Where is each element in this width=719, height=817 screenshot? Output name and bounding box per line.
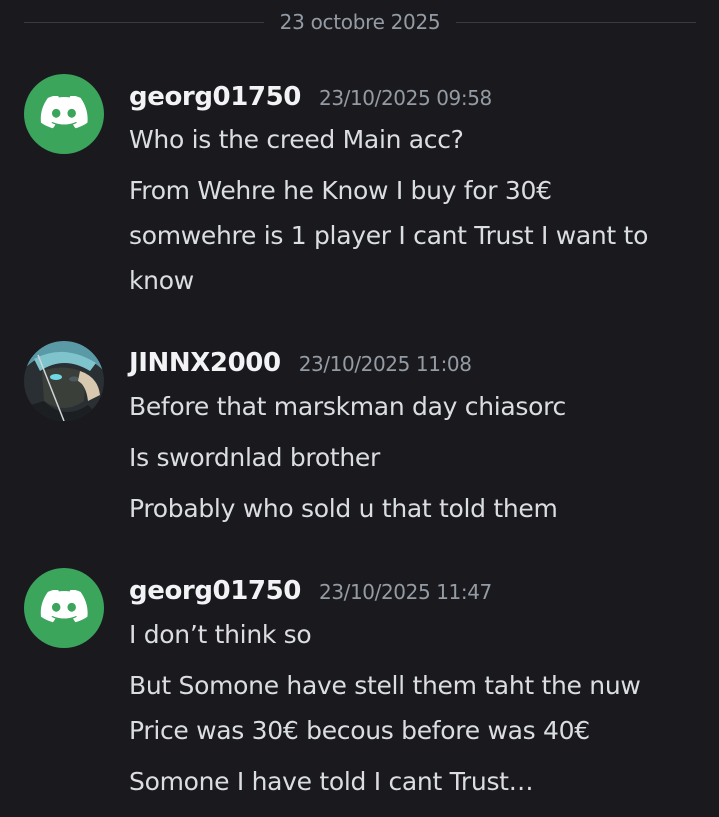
message-text: From Wehre he Know I buy for 30€ xyxy=(129,176,552,205)
divider-line-left xyxy=(24,21,264,23)
message-text: Before that marskman day chiasorc xyxy=(129,392,566,421)
username[interactable]: georg01750 xyxy=(129,82,301,112)
date-divider: 23 octobre 2025 xyxy=(24,8,697,36)
message-text: Who is the creed Main acc? xyxy=(129,125,464,154)
message-text: Somone I have told I cant Trust… xyxy=(129,767,534,796)
divider-date: 23 octobre 2025 xyxy=(279,10,441,34)
timestamp: 23/10/2025 11:08 xyxy=(298,352,472,376)
username[interactable]: georg01750 xyxy=(129,576,301,606)
anime-character-avatar xyxy=(24,341,104,421)
message-text: Is swordnlad brother xyxy=(129,443,380,472)
timestamp: 23/10/2025 11:47 xyxy=(319,580,492,604)
message-text: Probably who sold u that told them xyxy=(129,494,558,523)
discord-logo-icon xyxy=(40,96,88,129)
message-text: somwehre is 1 player I cant Trust I want… xyxy=(129,221,649,295)
avatar[interactable] xyxy=(24,74,104,154)
chat-panel: 23 octobre 2025 georg01750 23/10/2025 09… xyxy=(0,0,719,817)
message-header: georg01750 23/10/2025 11:47 xyxy=(129,576,492,606)
message-header: JINNX2000 23/10/2025 11:08 xyxy=(129,348,472,378)
message-text: But Somone have stell them taht the nuw … xyxy=(129,671,641,745)
avatar[interactable] xyxy=(24,568,104,648)
timestamp: 23/10/2025 09:58 xyxy=(319,86,492,110)
divider-line-right xyxy=(456,21,697,23)
username[interactable]: JINNX2000 xyxy=(129,348,281,378)
message-header: georg01750 23/10/2025 09:58 xyxy=(129,82,492,112)
discord-logo-icon xyxy=(40,590,88,623)
avatar[interactable] xyxy=(24,341,104,421)
message-text: I don’t think so xyxy=(129,620,312,649)
